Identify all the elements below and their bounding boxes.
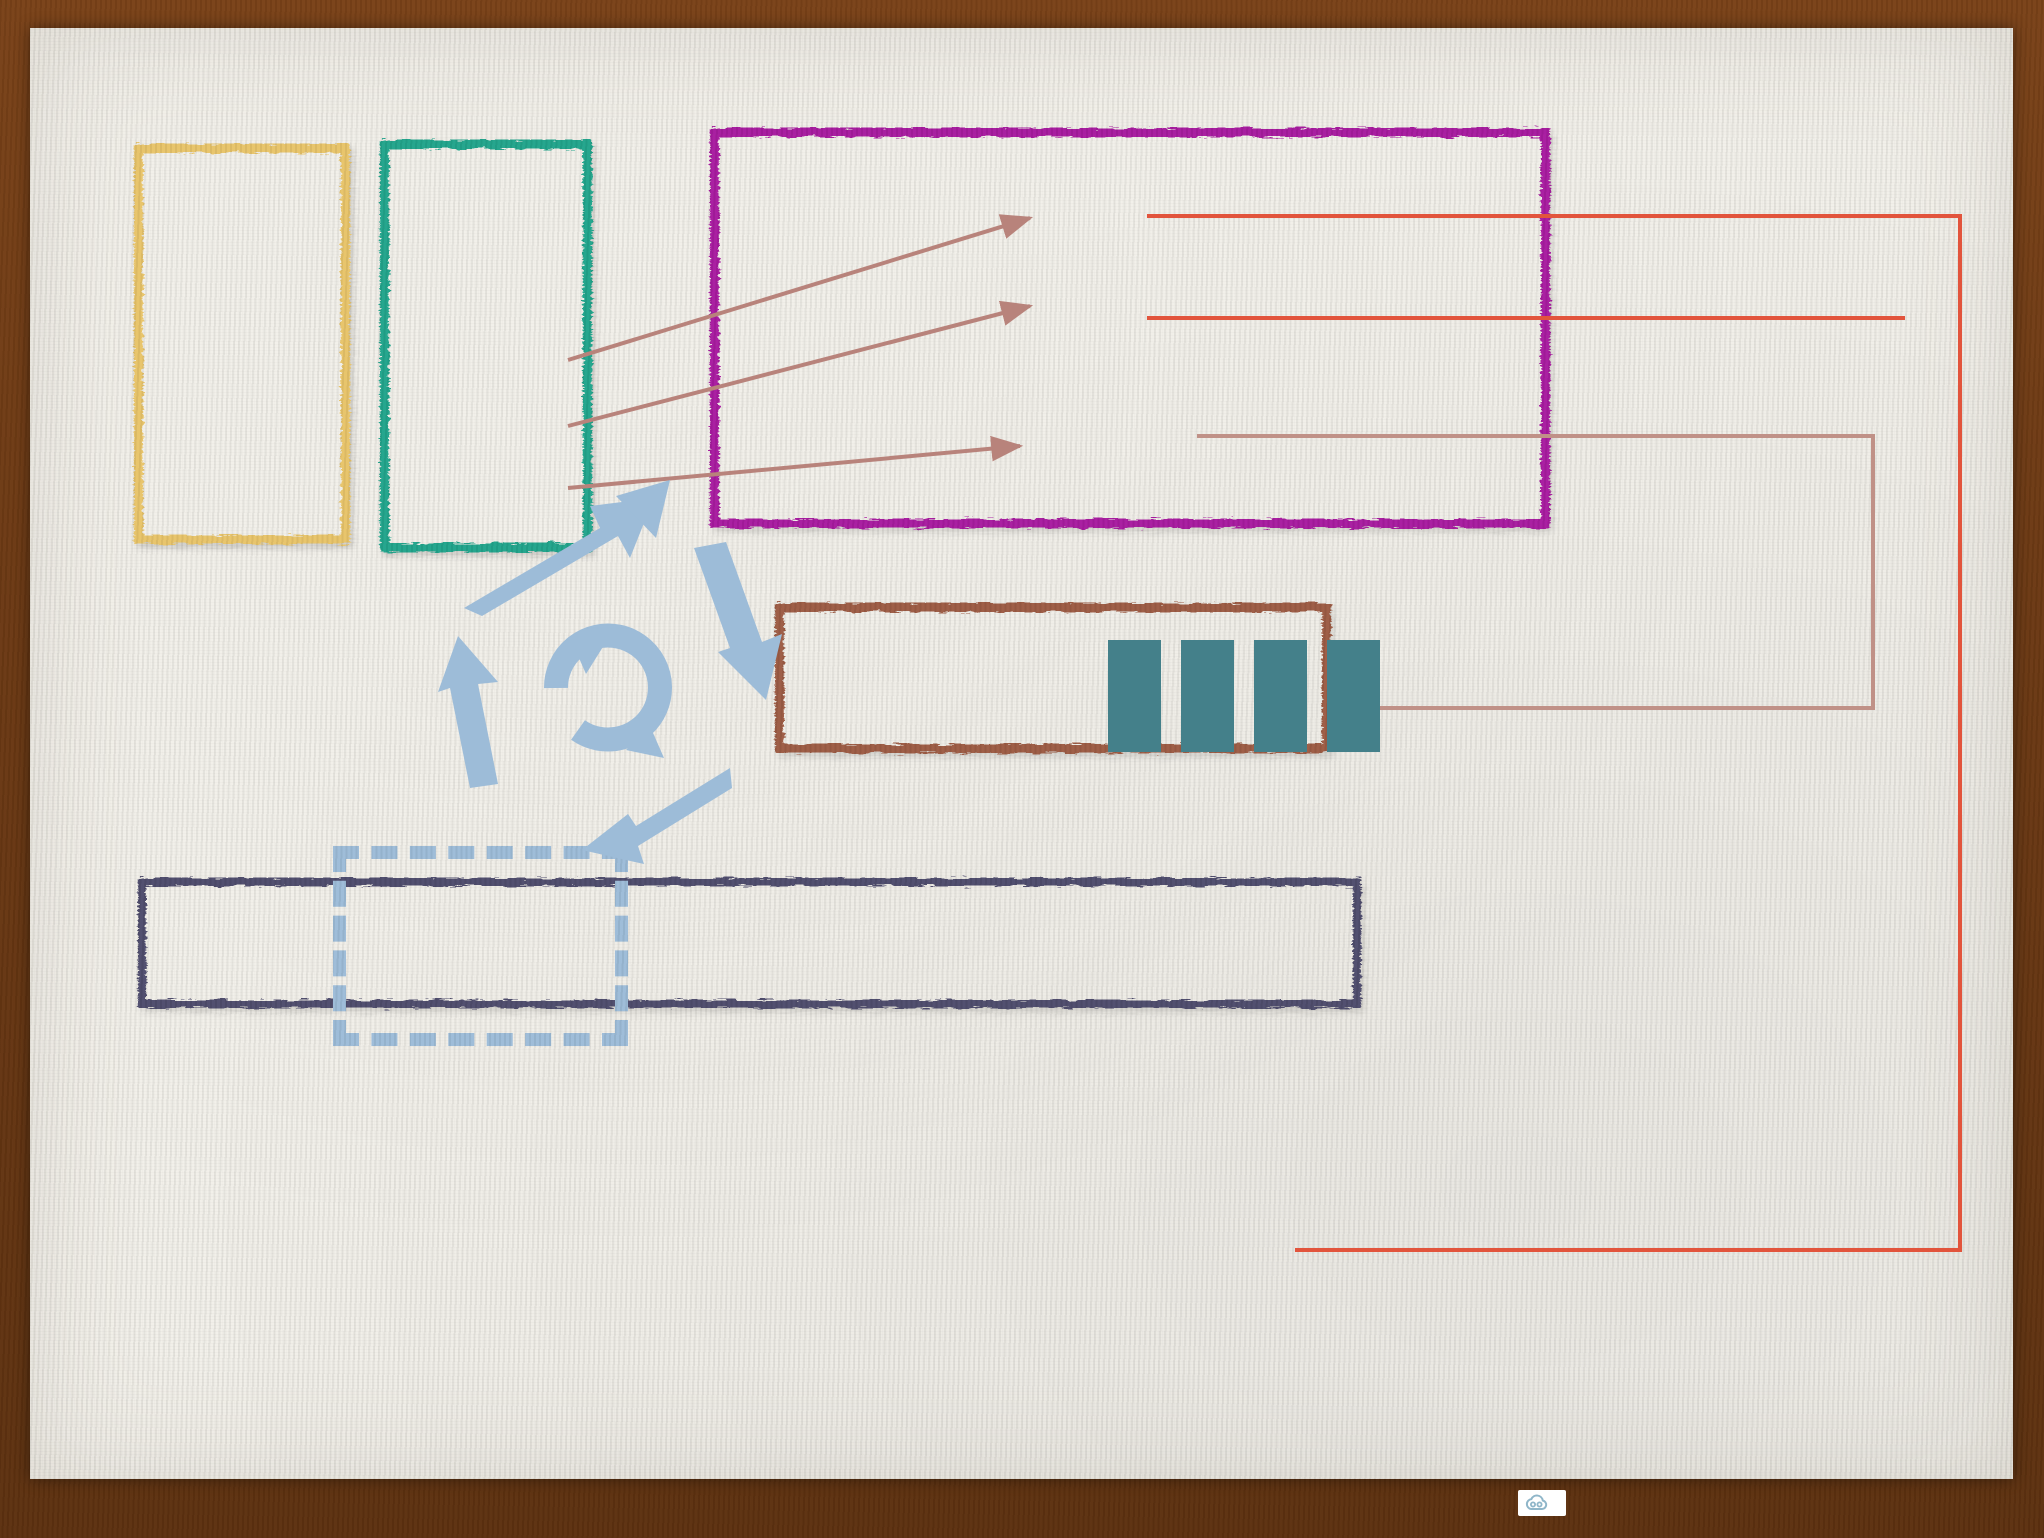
microtask-bar [1108, 640, 1161, 752]
cloud-icon [1525, 1494, 1548, 1510]
wooden-frame [0, 0, 2044, 1538]
microtask-bar [1181, 640, 1234, 752]
microtask-container [775, 603, 1331, 753]
web-apis-container [710, 128, 1550, 528]
loop-refresh-icon [543, 623, 672, 758]
microtask-bar [1327, 640, 1380, 752]
watermark-brand-2 [1518, 1490, 1566, 1516]
microtask-bar [1254, 640, 1307, 752]
heap-container [134, 144, 350, 544]
arrow-down-right-icon [694, 542, 782, 700]
stack-container [380, 140, 592, 552]
arrow-up-left-icon [438, 636, 498, 788]
macrotask-container [138, 878, 1361, 1008]
macrotask-highlight-box [333, 846, 628, 1046]
slide-canvas [30, 28, 2013, 1479]
